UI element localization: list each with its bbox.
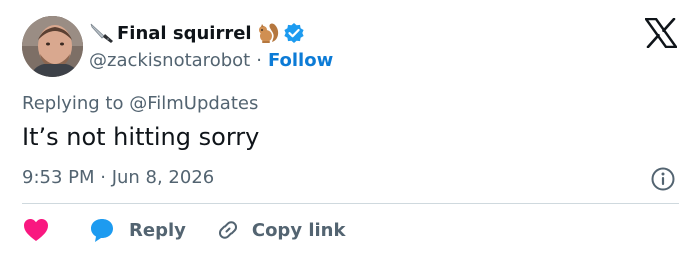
copy-link-button[interactable]: Copy link xyxy=(216,218,346,242)
avatar-image xyxy=(22,16,83,77)
heart-icon[interactable] xyxy=(22,217,50,243)
verified-badge-icon xyxy=(283,23,304,43)
replying-to-context: Replying to @FilmUpdates xyxy=(22,93,258,114)
tweet-timestamp[interactable]: 9:53 PM · Jun 8, 2026 xyxy=(22,167,214,188)
info-icon[interactable] xyxy=(650,166,676,192)
tweet-text: It’s not hitting sorry xyxy=(22,123,260,151)
reply-label: Reply xyxy=(129,219,186,241)
link-icon xyxy=(218,221,237,239)
squirrel-emoji-icon xyxy=(258,23,278,43)
knife-emoji-icon xyxy=(90,23,113,43)
replying-to-label: Replying to xyxy=(22,93,130,114)
author-handle[interactable]: @zackisnotarobot xyxy=(89,50,250,71)
x-logo-icon[interactable] xyxy=(645,18,677,48)
separator-dot: · xyxy=(256,49,262,71)
avatar[interactable] xyxy=(22,16,83,77)
author-display-name[interactable]: Final squirrel xyxy=(117,23,252,44)
follow-button[interactable]: Follow xyxy=(268,50,333,71)
divider xyxy=(22,203,679,204)
reply-button[interactable]: Reply xyxy=(89,217,186,243)
speech-bubble-icon xyxy=(91,219,113,242)
replying-to-handle[interactable]: @FilmUpdates xyxy=(129,93,258,114)
author-name-row: Final squirrel xyxy=(89,20,305,46)
author-handle-row: @zackisnotarobot · Follow xyxy=(89,48,333,72)
copy-link-label: Copy link xyxy=(251,219,346,241)
tweet-card: Final squirrel @zackisnotarobot · Follow… xyxy=(0,0,700,256)
action-bar: Reply Copy link xyxy=(22,215,345,245)
